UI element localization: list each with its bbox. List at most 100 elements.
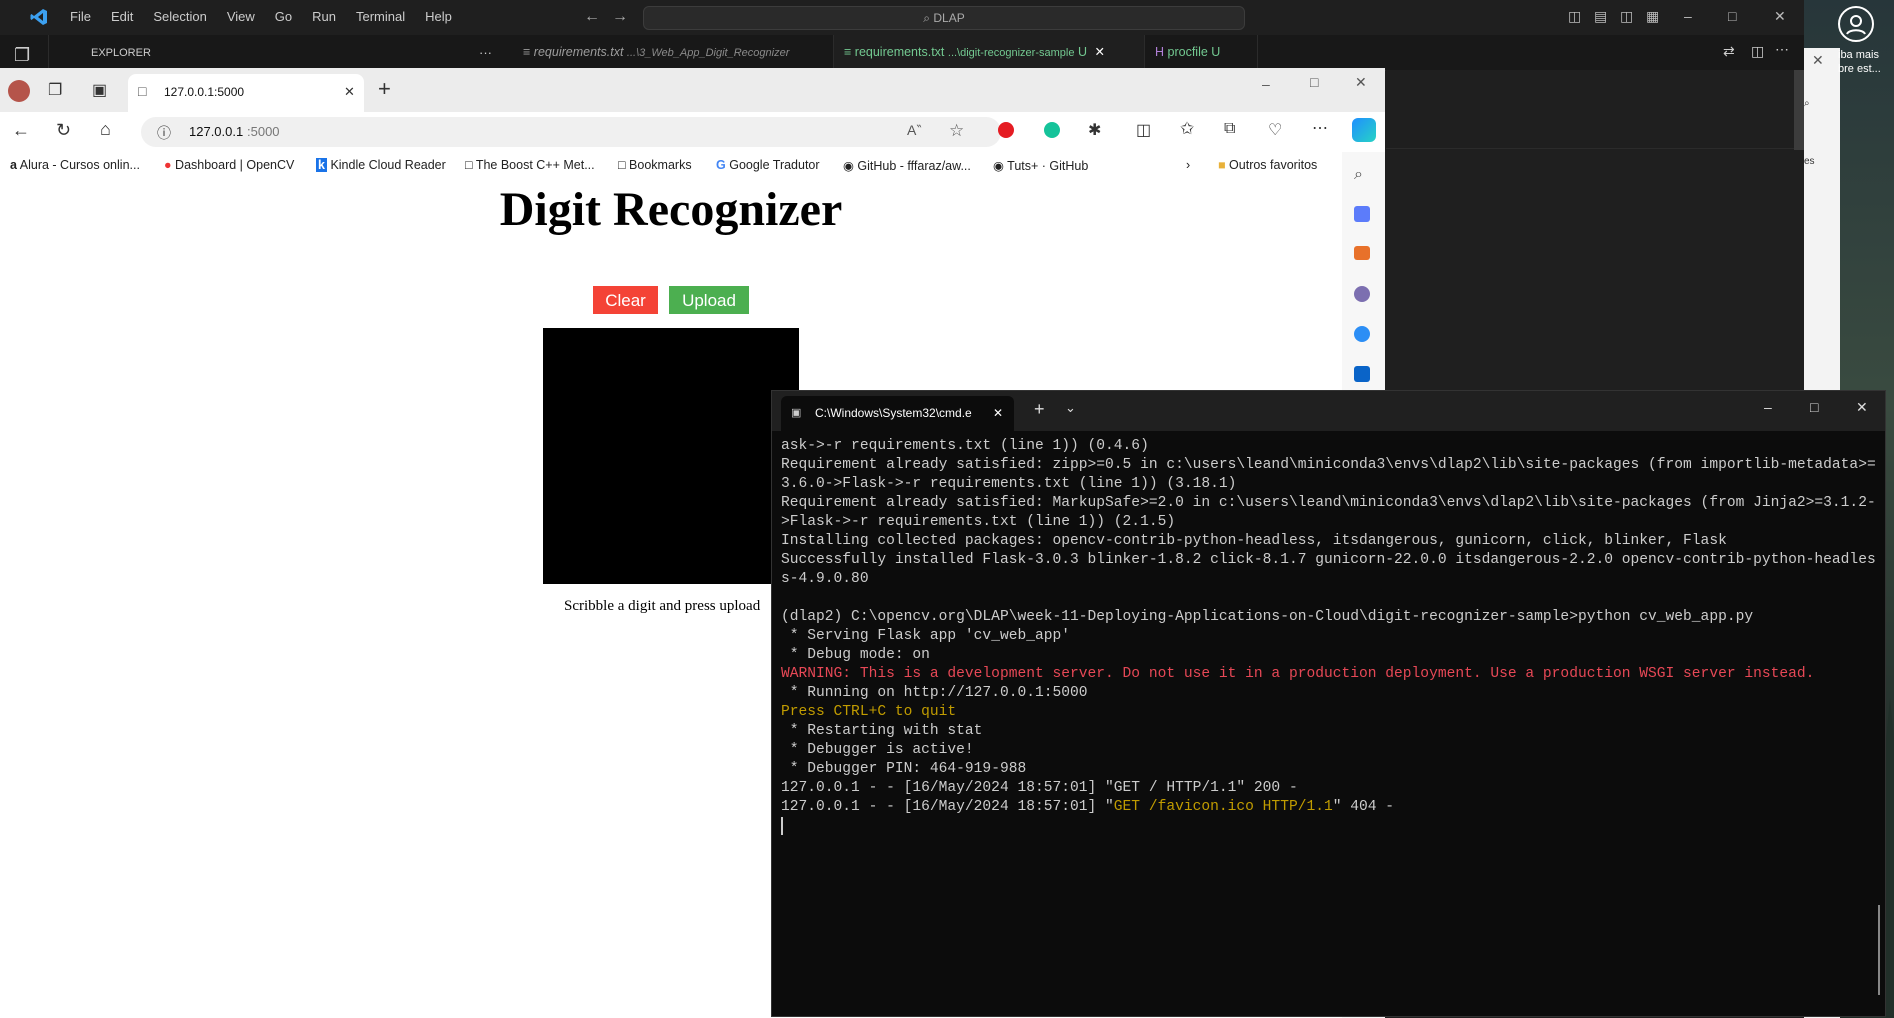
split-editor-icon[interactable]: ◫ — [1751, 43, 1764, 60]
new-tab-icon[interactable]: + — [378, 76, 391, 102]
collections-icon[interactable]: ⧉ — [1224, 120, 1235, 138]
bookmark-github-fffaraz[interactable]: ◉ GitHub - fffaraz/aw... — [843, 158, 971, 173]
maximize-icon[interactable]: □ — [1310, 74, 1318, 90]
more-actions-icon[interactable]: ⋯ — [1775, 41, 1789, 58]
favorites-bar: a Alura - Cursos onlin... ● Dashboard | … — [0, 152, 1342, 183]
toggle-sidebar-icon[interactable]: ◫ — [1568, 8, 1581, 25]
favorites-icon[interactable]: ✩ — [1180, 119, 1194, 139]
maximize-icon[interactable]: □ — [1810, 399, 1818, 415]
minimize-icon[interactable]: – — [1764, 399, 1772, 415]
terminal-line: Successfully installed Flask-3.0.3 blink… — [781, 552, 1876, 587]
close-icon[interactable]: ✕ — [1774, 8, 1786, 25]
tab-requirements-digit[interactable]: ≡ requirements.txt ...\digit-recognizer-… — [834, 35, 1145, 70]
refresh-icon[interactable]: ↻ — [56, 120, 71, 141]
tools-icon[interactable] — [1354, 246, 1370, 260]
vscode-forward-icon[interactable]: → — [612, 8, 628, 26]
bookmark-alura[interactable]: a Alura - Cursos onlin... — [10, 158, 140, 172]
bookmark-boost[interactable]: □ The Boost C++ Met... — [465, 158, 595, 172]
split-screen-icon[interactable]: ◫ — [1136, 120, 1151, 140]
browser-essentials-icon[interactable]: ♡ — [1268, 120, 1282, 140]
tab-title: 127.0.0.1:5000 — [164, 85, 245, 99]
menu-terminal[interactable]: Terminal — [346, 9, 415, 24]
tab-git-status: U — [1077, 45, 1087, 59]
page-icon: □ — [465, 158, 473, 172]
customize-layout-icon[interactable]: ▦ — [1646, 8, 1659, 25]
tab-procfile[interactable]: H procfile U — [1145, 35, 1258, 70]
tab-requirements-web-app[interactable]: ≡ requirements.txt ...\3_Web_App_Digit_R… — [513, 35, 834, 70]
terminal-output[interactable]: ask->-r requirements.txt (line 1)) (0.4.… — [781, 437, 1876, 837]
bookmark-tuts-github[interactable]: ◉ Tuts+ · GitHub — [993, 158, 1088, 173]
bookmark-bookmarks[interactable]: □ Bookmarks — [618, 158, 692, 172]
bookmark-opencv[interactable]: ● Dashboard | OpenCV — [164, 158, 294, 172]
maximize-icon[interactable]: □ — [1728, 8, 1736, 24]
microsoft365-icon[interactable] — [1354, 326, 1370, 342]
chevron-down-icon[interactable]: ⌄ — [1065, 400, 1076, 416]
cmd-icon: ▣ — [791, 407, 802, 419]
copilot-icon[interactable] — [1352, 118, 1376, 142]
tab-file-path: ...\3_Web_App_Digit_Recognizer — [626, 47, 790, 59]
explorer-icon[interactable]: ❐ — [14, 45, 30, 66]
menu-help[interactable]: Help — [415, 9, 462, 24]
explorer-more-icon[interactable]: ··· — [479, 45, 492, 60]
opencv-icon: ● — [164, 158, 172, 172]
close-icon[interactable]: ✕ — [1856, 399, 1868, 416]
minimize-icon[interactable]: – — [1684, 8, 1692, 24]
drawing-canvas[interactable] — [543, 328, 799, 584]
log-request-highlight: GET /favicon.ico HTTP/1.1 — [1113, 799, 1333, 815]
workspaces-icon[interactable]: ❐ — [48, 80, 62, 100]
info-icon[interactable]: ⓘ — [157, 123, 171, 143]
menu-go[interactable]: Go — [265, 9, 302, 24]
favorite-star-icon[interactable]: ☆ — [949, 121, 964, 141]
terminal-line: * Debugger is active! — [781, 742, 974, 758]
bookmark-label: Google Tradutor — [729, 158, 820, 172]
menu-file[interactable]: File — [60, 9, 101, 24]
shopping-tag-icon[interactable] — [1354, 206, 1370, 222]
search-icon[interactable]: ⌕ — [1354, 166, 1363, 184]
clear-button[interactable]: Clear — [593, 286, 658, 314]
tab-git-status: U — [1211, 45, 1221, 59]
menu-edit[interactable]: Edit — [101, 9, 143, 24]
toggle-secondary-sidebar-icon[interactable]: ◫ — [1620, 8, 1633, 25]
bookmark-label: Alura - Cursos onlin... — [19, 158, 140, 172]
home-icon[interactable]: ⌂ — [100, 119, 111, 140]
new-tab-icon[interactable]: + — [1034, 399, 1045, 420]
menu-view[interactable]: View — [217, 9, 265, 24]
bookmark-label: Bookmarks — [629, 158, 692, 172]
tab-close-icon[interactable]: ✕ — [993, 396, 1003, 431]
minimize-icon[interactable]: – — [1262, 76, 1270, 92]
back-icon[interactable]: ← — [12, 120, 30, 141]
address-bar[interactable]: ⓘ 127.0.0.1 :5000 A‶ ☆ — [141, 117, 1001, 147]
grammarly-icon[interactable] — [1044, 122, 1060, 138]
tab-close-icon[interactable]: ✕ — [344, 84, 355, 100]
close-icon[interactable]: ✕ — [1355, 74, 1367, 91]
adblock-icon[interactable] — [998, 122, 1014, 138]
bookmark-google-translate[interactable]: G Google Tradutor — [716, 158, 820, 172]
editor-scrollbar[interactable] — [1794, 70, 1804, 150]
vscode-titlebar: File Edit Selection View Go Run Terminal… — [0, 0, 1804, 36]
bookmark-kindle[interactable]: k Kindle Cloud Reader — [316, 158, 446, 172]
compare-changes-icon[interactable]: ⇄ — [1723, 43, 1735, 60]
terminal-scrollbar[interactable] — [1878, 905, 1880, 995]
menu-selection[interactable]: Selection — [143, 9, 216, 24]
settings-more-icon[interactable]: ⋯ — [1312, 118, 1328, 138]
widget-line-2: bre est... — [1838, 63, 1881, 75]
menu-run[interactable]: Run — [302, 9, 346, 24]
upload-button[interactable]: Upload — [669, 286, 749, 314]
other-favorites-folder[interactable]: ■ Outros favoritos — [1218, 158, 1317, 172]
toggle-panel-icon[interactable]: ▤ — [1594, 8, 1607, 25]
command-center-search[interactable]: ⌕ DLAP — [643, 6, 1245, 30]
extensions-icon[interactable]: ✱ — [1088, 120, 1101, 140]
outlook-icon[interactable] — [1354, 366, 1370, 382]
user-account-icon[interactable] — [1838, 6, 1874, 42]
read-aloud-icon[interactable]: A‶ — [907, 122, 922, 139]
terminal-line: ask->-r requirements.txt (line 1)) (0.4.… — [781, 438, 1149, 454]
profile-avatar[interactable] — [8, 80, 30, 102]
close-icon[interactable]: ✕ — [1812, 52, 1824, 69]
more-bookmarks-chevron-icon[interactable]: › — [1186, 158, 1190, 172]
browser-tab-active[interactable]: □ 127.0.0.1:5000 ✕ — [128, 74, 364, 112]
vscode-back-icon[interactable]: ← — [584, 8, 600, 26]
games-icon[interactable] — [1354, 286, 1370, 302]
terminal-tab[interactable]: ▣ C:\Windows\System32\cmd.e ✕ — [781, 396, 1014, 431]
tab-close-icon[interactable]: ✕ — [1094, 45, 1104, 59]
tab-actions-icon[interactable]: ▣ — [92, 80, 107, 100]
